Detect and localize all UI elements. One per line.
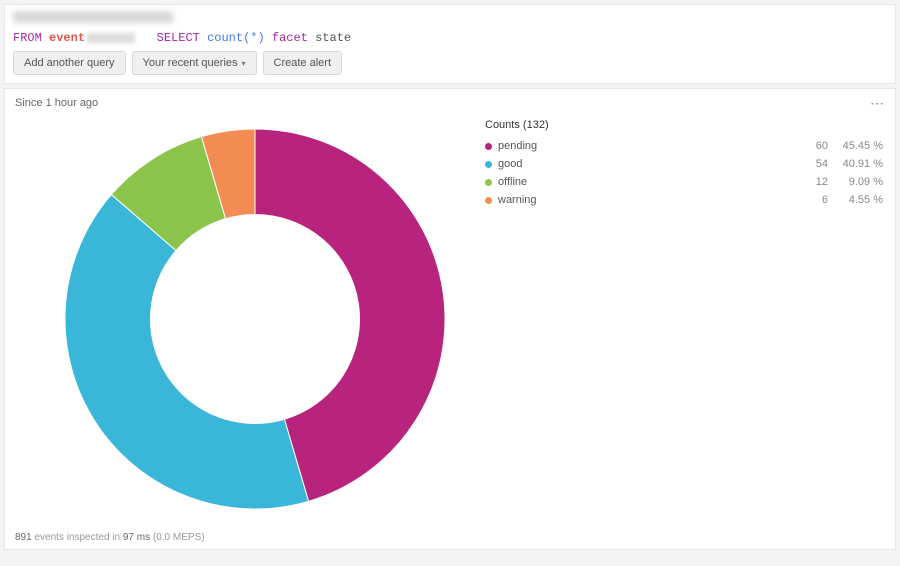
time-range-label: Since 1 hour ago [15, 97, 98, 109]
legend-dot-icon [485, 143, 492, 150]
legend-row-good[interactable]: good5440.91 % [485, 155, 883, 173]
result-panel: Since 1 hour ago ⋯ Counts (132) pending6… [4, 88, 896, 550]
kw-state: state [315, 31, 351, 45]
legend-count: 60 [796, 140, 828, 152]
legend-row-pending[interactable]: pending6045.45 % [485, 137, 883, 155]
create-alert-button[interactable]: Create alert [263, 51, 342, 75]
legend-title: Counts (132) [485, 119, 883, 131]
legend-count: 6 [796, 194, 828, 206]
recent-queries-label: Your recent queries [143, 57, 238, 69]
kw-event: event [49, 31, 85, 45]
header-blur [13, 11, 173, 23]
legend-percent: 9.09 % [828, 176, 883, 188]
donut-chart[interactable] [45, 119, 465, 519]
kw-facet: facet [272, 31, 308, 45]
legend-count: 12 [796, 176, 828, 188]
legend-row-warning[interactable]: warning64.55 % [485, 191, 883, 209]
chevron-down-icon: ▾ [242, 59, 246, 68]
kw-count: count(*) [207, 31, 265, 45]
inspection-footer: 891 events inspected in 97 ms (0.0 MEPS) [15, 532, 205, 543]
donut-slice-good[interactable] [65, 195, 309, 509]
legend-percent: 45.45 % [828, 140, 883, 152]
legend-percent: 40.91 % [828, 158, 883, 170]
legend-row-offline[interactable]: offline129.09 % [485, 173, 883, 191]
query-toolbar: Add another query Your recent queries ▾ … [5, 51, 895, 83]
legend-name: good [498, 158, 796, 170]
query-blur [87, 33, 135, 43]
legend: Counts (132) pending6045.45 %good5440.91… [485, 119, 883, 209]
legend-count: 54 [796, 158, 828, 170]
legend-percent: 4.55 % [828, 194, 883, 206]
legend-name: pending [498, 140, 796, 152]
legend-dot-icon [485, 197, 492, 204]
legend-dot-icon [485, 161, 492, 168]
more-icon[interactable]: ⋯ [870, 95, 885, 112]
kw-select: SELECT [157, 31, 200, 45]
legend-dot-icon [485, 179, 492, 186]
recent-queries-button[interactable]: Your recent queries ▾ [132, 51, 257, 75]
legend-name: offline [498, 176, 796, 188]
add-query-button[interactable]: Add another query [13, 51, 126, 75]
query-input[interactable]: FROM event SELECT count(*) facet state [5, 27, 895, 51]
query-panel: FROM event SELECT count(*) facet state A… [4, 4, 896, 84]
kw-from: FROM [13, 31, 42, 45]
legend-name: warning [498, 194, 796, 206]
